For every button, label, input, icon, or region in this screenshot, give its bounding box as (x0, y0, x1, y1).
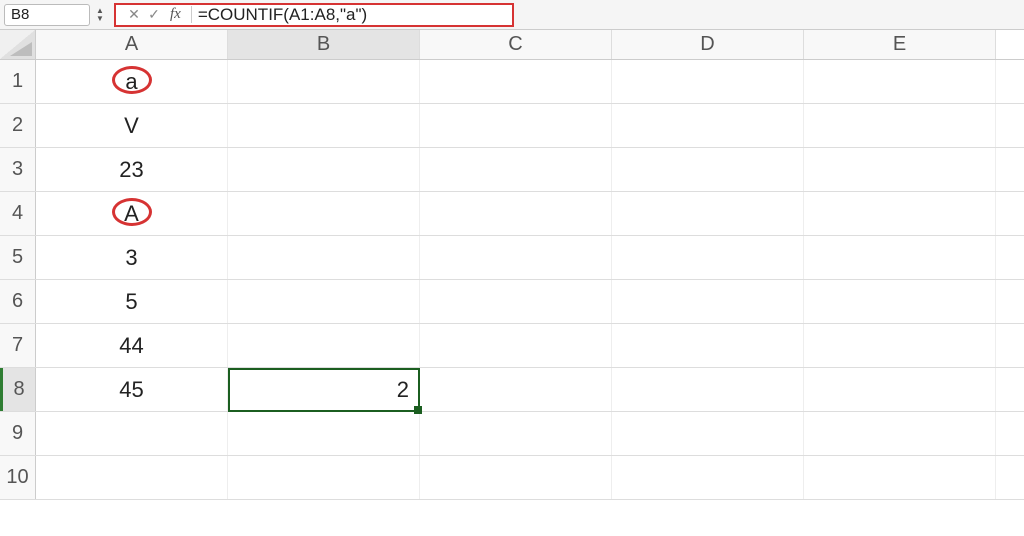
formula-input[interactable]: =COUNTIF(A1:A8,"a") (198, 5, 504, 25)
cancel-formula-icon[interactable]: ✕ (124, 6, 144, 23)
cell-C4[interactable] (420, 192, 612, 235)
cell-B4[interactable] (228, 192, 420, 235)
row-header-4[interactable]: 4 (0, 192, 36, 235)
cell-C10[interactable] (420, 456, 612, 499)
fx-label[interactable]: fx (170, 6, 192, 23)
cell-E3[interactable] (804, 148, 996, 191)
row-5: 5 3 (0, 236, 1024, 280)
name-box-value: B8 (11, 6, 29, 23)
cell-C3[interactable] (420, 148, 612, 191)
row-2: 2 V (0, 104, 1024, 148)
select-all-corner[interactable] (0, 30, 36, 59)
row-3: 3 23 (0, 148, 1024, 192)
row-9: 9 (0, 412, 1024, 456)
cell-E5[interactable] (804, 236, 996, 279)
row-7: 7 44 (0, 324, 1024, 368)
row-4: 4 A (0, 192, 1024, 236)
cell-E4[interactable] (804, 192, 996, 235)
row-10: 10 (0, 456, 1024, 500)
cell-A2[interactable]: V (36, 104, 228, 147)
row-header-5[interactable]: 5 (0, 236, 36, 279)
col-header-B[interactable]: B (228, 30, 420, 59)
cell-D5[interactable] (612, 236, 804, 279)
cell-C1[interactable] (420, 60, 612, 103)
row-header-6[interactable]: 6 (0, 280, 36, 323)
cell-A4[interactable]: A (36, 192, 228, 235)
stepper-up-icon: ▲ (96, 7, 108, 14)
row-header-2[interactable]: 2 (0, 104, 36, 147)
cell-B9[interactable] (228, 412, 420, 455)
cell-A3[interactable]: 23 (36, 148, 228, 191)
col-header-A[interactable]: A (36, 30, 228, 59)
cell-E9[interactable] (804, 412, 996, 455)
cell-A9[interactable] (36, 412, 228, 455)
confirm-formula-icon[interactable]: ✓ (144, 6, 164, 23)
formula-bar[interactable]: ✕ ✓ fx =COUNTIF(A1:A8,"a") (114, 3, 514, 27)
cell-C2[interactable] (420, 104, 612, 147)
cell-A10[interactable] (36, 456, 228, 499)
cell-B10[interactable] (228, 456, 420, 499)
column-headers: A B C D E (0, 30, 1024, 60)
cell-E7[interactable] (804, 324, 996, 367)
row-1: 1 a (0, 60, 1024, 104)
row-header-1[interactable]: 1 (0, 60, 36, 103)
cell-D6[interactable] (612, 280, 804, 323)
cell-E6[interactable] (804, 280, 996, 323)
cell-E2[interactable] (804, 104, 996, 147)
cell-D4[interactable] (612, 192, 804, 235)
formula-bar-row: B8 ▲ ▼ ✕ ✓ fx =COUNTIF(A1:A8,"a") (0, 0, 1024, 30)
cell-D1[interactable] (612, 60, 804, 103)
cell-C8[interactable] (420, 368, 612, 411)
cell-D8[interactable] (612, 368, 804, 411)
cell-A6[interactable]: 5 (36, 280, 228, 323)
col-header-E[interactable]: E (804, 30, 996, 59)
stepper-down-icon: ▼ (96, 15, 108, 22)
cell-B2[interactable] (228, 104, 420, 147)
cell-E1[interactable] (804, 60, 996, 103)
cell-B3[interactable] (228, 148, 420, 191)
cell-E8[interactable] (804, 368, 996, 411)
cell-D2[interactable] (612, 104, 804, 147)
cell-B6[interactable] (228, 280, 420, 323)
row-8: 8 45 2 (0, 368, 1024, 412)
row-header-3[interactable]: 3 (0, 148, 36, 191)
cell-B7[interactable] (228, 324, 420, 367)
cell-D10[interactable] (612, 456, 804, 499)
cell-D7[interactable] (612, 324, 804, 367)
cell-B5[interactable] (228, 236, 420, 279)
cell-A8[interactable]: 45 (36, 368, 228, 411)
row-header-10[interactable]: 10 (0, 456, 36, 499)
cell-E10[interactable] (804, 456, 996, 499)
row-6: 6 5 (0, 280, 1024, 324)
col-header-C[interactable]: C (420, 30, 612, 59)
cell-C6[interactable] (420, 280, 612, 323)
row-header-9[interactable]: 9 (0, 412, 36, 455)
cell-C5[interactable] (420, 236, 612, 279)
cell-D3[interactable] (612, 148, 804, 191)
col-header-D[interactable]: D (612, 30, 804, 59)
cell-D9[interactable] (612, 412, 804, 455)
name-box[interactable]: B8 (4, 4, 90, 26)
cell-C9[interactable] (420, 412, 612, 455)
cell-A1[interactable]: a (36, 60, 228, 103)
cell-C7[interactable] (420, 324, 612, 367)
cell-B1[interactable] (228, 60, 420, 103)
spreadsheet-grid: A B C D E 1 a 2 V 3 23 4 A (0, 30, 1024, 500)
cell-A7[interactable]: 44 (36, 324, 228, 367)
cell-B8[interactable]: 2 (228, 368, 420, 411)
cell-A5[interactable]: 3 (36, 236, 228, 279)
row-header-7[interactable]: 7 (0, 324, 36, 367)
row-header-8[interactable]: 8 (0, 368, 36, 411)
name-box-stepper[interactable]: ▲ ▼ (96, 7, 108, 22)
